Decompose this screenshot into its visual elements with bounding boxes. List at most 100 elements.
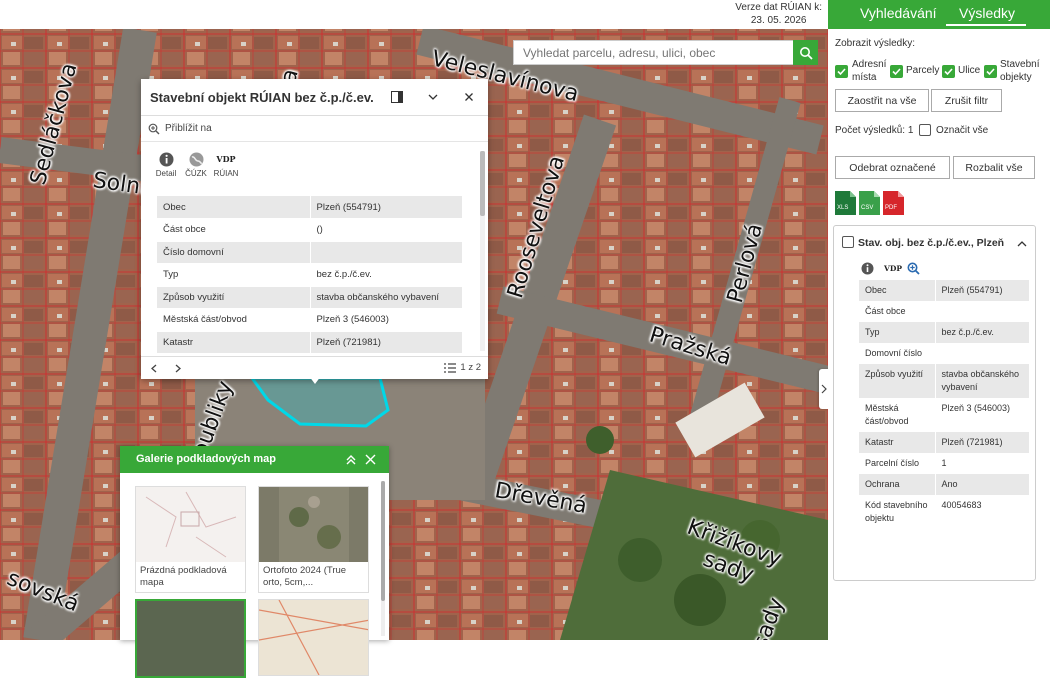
- attribute-row: Část obce(): [157, 218, 462, 242]
- show-results-label: Zobrazit výsledky:: [835, 38, 916, 49]
- result-key: Kód stavebního objektu: [859, 495, 936, 529]
- attribute-key: Typ: [157, 263, 311, 287]
- attribute-table: Obec Plzeň (554791) Část obce() Číslo domov…: [157, 196, 462, 354]
- result-value: Plzeň (721981): [935, 432, 1029, 453]
- basemap-caption: Prázdná podkladová mapa: [140, 565, 227, 588]
- double-chevron-up-icon[interactable]: [345, 454, 357, 466]
- result-key: Městská část/obvod: [859, 398, 936, 432]
- close-icon: [465, 93, 473, 101]
- filter-streets-checkbox[interactable]: [942, 65, 955, 78]
- attribute-value: Plzeň 3 (546003): [310, 308, 462, 332]
- list-icon[interactable]: [444, 363, 456, 373]
- next-icon[interactable]: [175, 364, 181, 373]
- vdp-icon: VDP: [216, 154, 236, 164]
- zoom-in-icon: [148, 123, 160, 135]
- pdf-file-icon: [883, 191, 904, 215]
- gallery-header: Galerie podkladových map: [120, 446, 389, 473]
- result-value: [935, 301, 1029, 322]
- check-icon: [944, 68, 953, 76]
- chevron-down-icon: [428, 94, 438, 100]
- search-button[interactable]: [793, 40, 818, 65]
- tool-label: ČÚZK: [185, 169, 207, 178]
- remove-marked-button[interactable]: Odebrat označené: [835, 156, 950, 179]
- focus-all-button[interactable]: Zaostřit na vše: [835, 89, 929, 112]
- result-value: 1: [941, 458, 947, 468]
- basemap-thumbnail: [136, 487, 245, 562]
- chevron-right-icon: [821, 384, 827, 394]
- result-key: Obec: [859, 280, 936, 301]
- attribute-key: Část obce: [157, 218, 311, 242]
- export-xls-button[interactable]: XLS: [835, 191, 856, 215]
- filter-parcels-checkbox[interactable]: [890, 65, 903, 78]
- export-label: PDF: [885, 205, 897, 211]
- export-label: CSV: [861, 205, 874, 211]
- check-icon: [892, 68, 901, 76]
- result-key: Ochrana: [859, 474, 936, 495]
- result-row: Kód stavebního objektu 40054683: [859, 495, 1029, 529]
- basemap-thumbnail: [259, 600, 368, 675]
- zoom-label: Přiblížit na: [165, 123, 212, 134]
- result-value: stavba občanského vybavení: [935, 364, 1029, 398]
- export-csv-button[interactable]: CSV: [859, 191, 880, 215]
- mark-all-label: Označit vše: [936, 125, 989, 136]
- tab-search[interactable]: Vyhledávání: [860, 5, 937, 21]
- info-icon: [159, 152, 173, 166]
- gallery-title: Galerie podkladových map: [136, 453, 276, 465]
- zoom-in-icon[interactable]: [907, 262, 920, 275]
- popup-pointer: [309, 376, 321, 384]
- gallery-scrollbar[interactable]: [381, 481, 385, 636]
- attribute-value: (): [310, 218, 462, 242]
- expand-all-button[interactable]: Rozbalit vše: [953, 156, 1035, 179]
- basemap-thumbnail: [259, 487, 368, 562]
- close-icon[interactable]: [365, 454, 376, 465]
- result-value: Ano: [935, 474, 1029, 495]
- popup-scrollbar[interactable]: [480, 151, 485, 351]
- zoom-to-action[interactable]: Přiblížit na: [141, 116, 488, 142]
- result-key: Způsob využití: [859, 364, 936, 398]
- result-row: Parcelní číslo 1: [859, 453, 1029, 474]
- mark-all-checkbox[interactable]: [919, 124, 931, 136]
- basemap-item[interactable]: Prázdná podkladová mapa: [135, 486, 246, 593]
- export-label: XLS: [837, 205, 849, 211]
- close-popup-button[interactable]: [462, 90, 476, 104]
- dock-button[interactable]: [390, 90, 404, 104]
- basemap-item-selected[interactable]: [135, 599, 246, 678]
- cuzk-globe-icon: [189, 152, 203, 166]
- search-input[interactable]: [514, 41, 794, 64]
- info-icon[interactable]: [861, 262, 874, 275]
- result-value: [935, 343, 1029, 364]
- cuzk-tool[interactable]: ČÚZK: [185, 151, 207, 178]
- top-bar: Verze dat RÚIAN k: 23. 05. 2026: [0, 0, 828, 29]
- attribute-value: stavba občanského vybavení: [310, 286, 462, 309]
- export-pdf-button[interactable]: PDF: [883, 191, 904, 215]
- result-row: Způsob využití stavba občanského vybavení: [859, 364, 1029, 398]
- filter-buildings-checkbox[interactable]: [984, 65, 997, 78]
- attribute-value: bez č.p./č.ev.: [310, 263, 462, 287]
- filter-address-checkbox[interactable]: [835, 65, 848, 78]
- cancel-filter-button[interactable]: Zrušit filtr: [931, 89, 1002, 112]
- collapse-popup-button[interactable]: [426, 90, 440, 104]
- check-icon: [837, 68, 846, 76]
- attribute-value: Plzeň (721981): [310, 331, 462, 354]
- popup-tools: Detail ČÚZK VDP RÚIAN: [155, 151, 239, 178]
- previous-icon[interactable]: [151, 364, 157, 373]
- chevron-up-icon[interactable]: [1017, 240, 1027, 247]
- ruian-tool[interactable]: VDP RÚIAN: [214, 151, 239, 178]
- result-row: Typ bez č.p./č.ev.: [859, 322, 1029, 343]
- result-attribute-table: Obec Plzeň (554791) Část obce Typ bez č.p./č…: [859, 280, 1029, 529]
- version-label: Verze dat RÚIAN k:: [735, 2, 822, 13]
- basemap-item[interactable]: Ortofoto 2024 (True orto, 5cm,...: [258, 486, 369, 593]
- basemap-gallery: Galerie podkladových map Prázdná podklad…: [120, 446, 389, 678]
- vdp-icon[interactable]: VDP: [884, 264, 902, 273]
- result-row: Ochrana Ano: [859, 474, 1029, 495]
- basemap-item[interactable]: [258, 599, 369, 676]
- result-key: Typ: [859, 322, 936, 343]
- data-version: Verze dat RÚIAN k: 23. 05. 2026: [735, 1, 822, 27]
- result-count: Počet výsledků: 1: [835, 125, 914, 136]
- result-checkbox[interactable]: [842, 236, 854, 248]
- tab-results[interactable]: Výsledky: [959, 5, 1015, 21]
- result-title: Stav. obj. bez č.p./č.ev., Plzeň: [858, 237, 1005, 249]
- result-value: 40054683: [941, 500, 982, 510]
- attribute-key: Způsob využití: [157, 286, 311, 309]
- detail-tool[interactable]: Detail: [155, 151, 177, 178]
